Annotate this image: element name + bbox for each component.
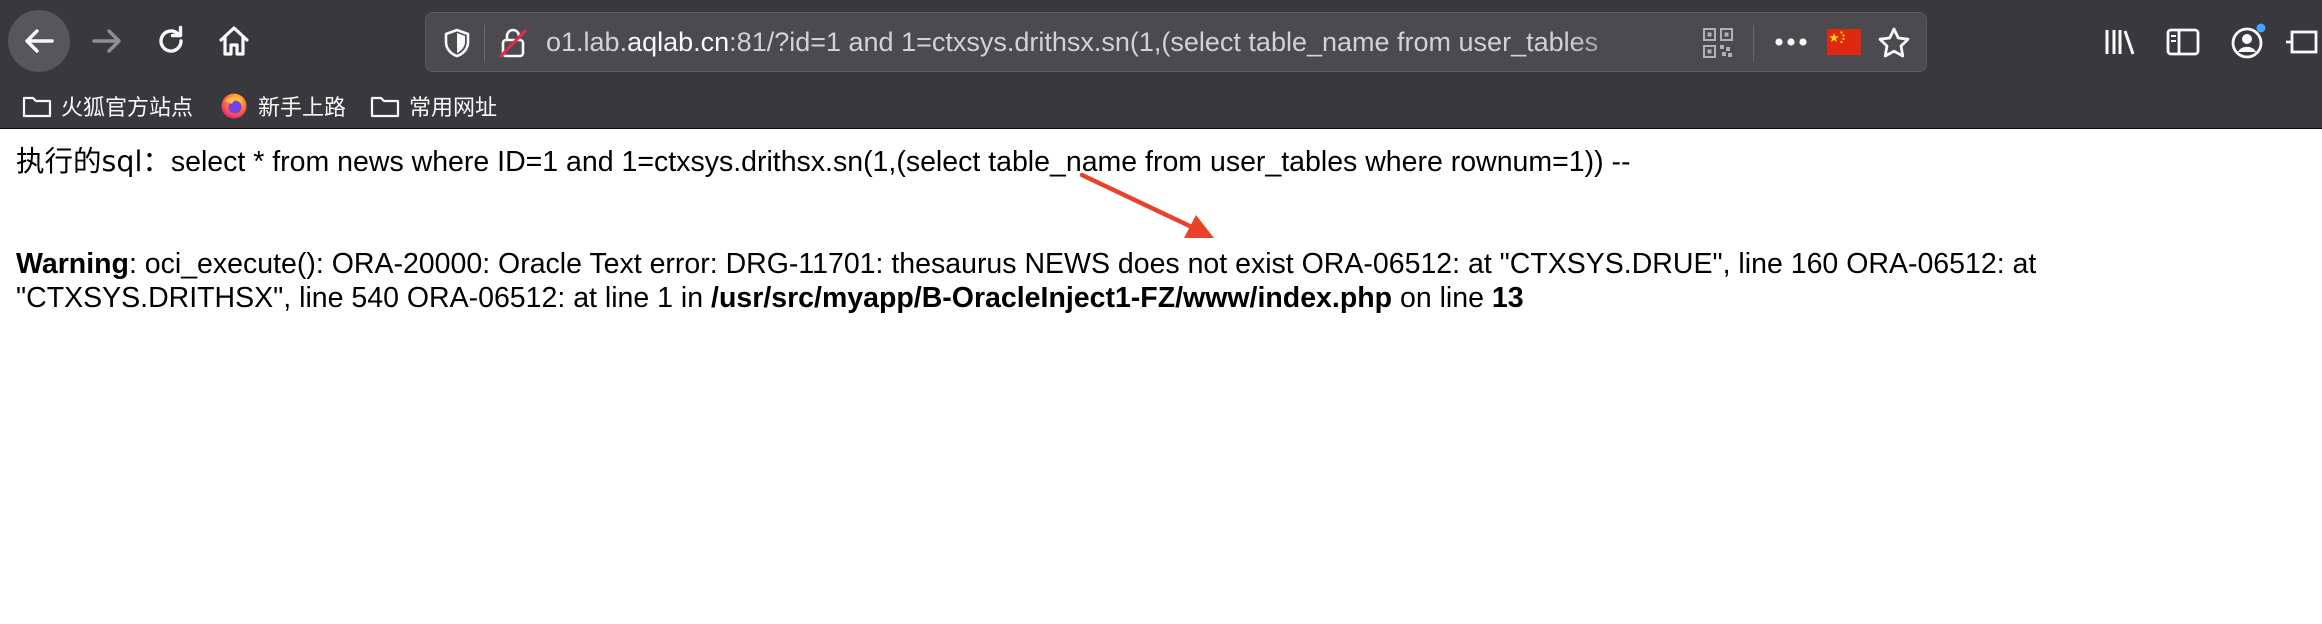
back-button[interactable] xyxy=(8,10,70,72)
more-dots-icon xyxy=(1775,38,1807,46)
bookmark-label: 新手上路 xyxy=(258,96,347,121)
home-icon xyxy=(219,26,249,56)
folder-icon xyxy=(22,93,52,119)
sidebar-button[interactable] xyxy=(2161,20,2205,64)
executed-sql-line: 执行的sql：select * from news where ID=1 and… xyxy=(16,145,1631,179)
warning-line-number: 13 xyxy=(1491,282,1524,314)
url-host: aqlab.cn xyxy=(627,27,730,57)
url-host-prefix: o1.lab. xyxy=(546,27,628,57)
china-flag-icon[interactable] xyxy=(1827,27,1861,57)
warning-on-line: on line xyxy=(1392,282,1492,314)
bookmarks-toolbar: 火狐官方站点 新手上路 常用网址 xyxy=(0,84,2322,129)
url-text[interactable]: o1.lab.aqlab.cn:81/?id=1 and 1=ctxsys.dr… xyxy=(546,13,1656,71)
page-actions-button[interactable] xyxy=(1768,21,1814,63)
arrow-right-icon xyxy=(92,29,121,53)
extensions-button[interactable] xyxy=(2286,20,2322,64)
library-icon xyxy=(2105,30,2135,55)
library-button[interactable] xyxy=(2098,20,2142,64)
browser-toolbar: o1.lab.aqlab.cn:81/?id=1 and 1=ctxsys.dr… xyxy=(0,0,2322,84)
firefox-icon xyxy=(219,93,249,119)
bookmark-item[interactable]: 新手上路 xyxy=(219,84,346,128)
bookmark-star-button[interactable] xyxy=(1876,25,1912,61)
account-button[interactable] xyxy=(2226,20,2270,64)
extension-icon xyxy=(2286,30,2318,54)
sidebar-icon xyxy=(2166,28,2200,56)
address-bar[interactable]: o1.lab.aqlab.cn:81/?id=1 and 1=ctxsys.dr… xyxy=(425,12,1927,72)
bookmark-label: 火狐官方站点 xyxy=(61,96,194,121)
forward-button[interactable] xyxy=(76,10,138,72)
sql-prefix: 执行的sql： xyxy=(16,145,171,178)
url-rest: :81/?id=1 and 1=ctxsys.drithsx.sn(1,(sel… xyxy=(729,27,1599,57)
urlbar-separator xyxy=(484,25,485,61)
account-icon xyxy=(2231,23,2266,59)
reload-icon xyxy=(159,25,183,53)
star-icon xyxy=(1878,27,1910,58)
reload-button[interactable] xyxy=(140,10,202,72)
bookmark-item[interactable]: 火狐官方站点 xyxy=(22,84,193,128)
sql-query: select * from news where ID=1 and 1=ctxs… xyxy=(170,146,1631,178)
urlbar-separator-2 xyxy=(1753,25,1754,61)
warning-label: Warning xyxy=(16,248,129,280)
warning-file-path: /usr/src/myapp/B-OracleInject1-FZ/www/in… xyxy=(711,282,1393,314)
insecure-lock-icon[interactable] xyxy=(496,26,530,60)
tracking-protection-icon[interactable] xyxy=(440,26,474,60)
bookmark-label: 常用网址 xyxy=(409,96,498,121)
home-button[interactable] xyxy=(203,10,265,72)
arrow-left-icon xyxy=(25,29,54,53)
bookmark-item[interactable]: 常用网址 xyxy=(370,84,497,128)
php-warning: Warning: oci_execute(): ORA-20000: Oracl… xyxy=(16,247,2306,315)
folder-icon xyxy=(370,93,400,119)
qr-code-icon[interactable] xyxy=(1703,28,1733,58)
